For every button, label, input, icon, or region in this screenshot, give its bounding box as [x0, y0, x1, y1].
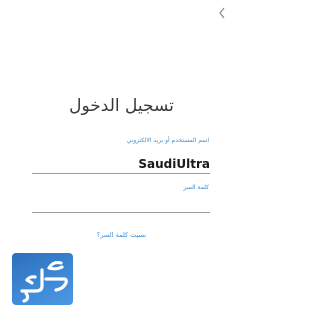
username-input[interactable] [32, 154, 210, 174]
username-label: اسم المستخدم أو بريد الالكتروني [126, 137, 209, 144]
password-input[interactable] [32, 194, 210, 213]
password-label: كلمة السر [183, 184, 209, 191]
page-title: تسجيل الدخول [69, 96, 174, 116]
chevron-left-icon[interactable] [218, 5, 227, 19]
watermark-logo [12, 253, 73, 305]
forgot-password-link[interactable]: نسيت كلمة السر؟ [0, 231, 243, 239]
